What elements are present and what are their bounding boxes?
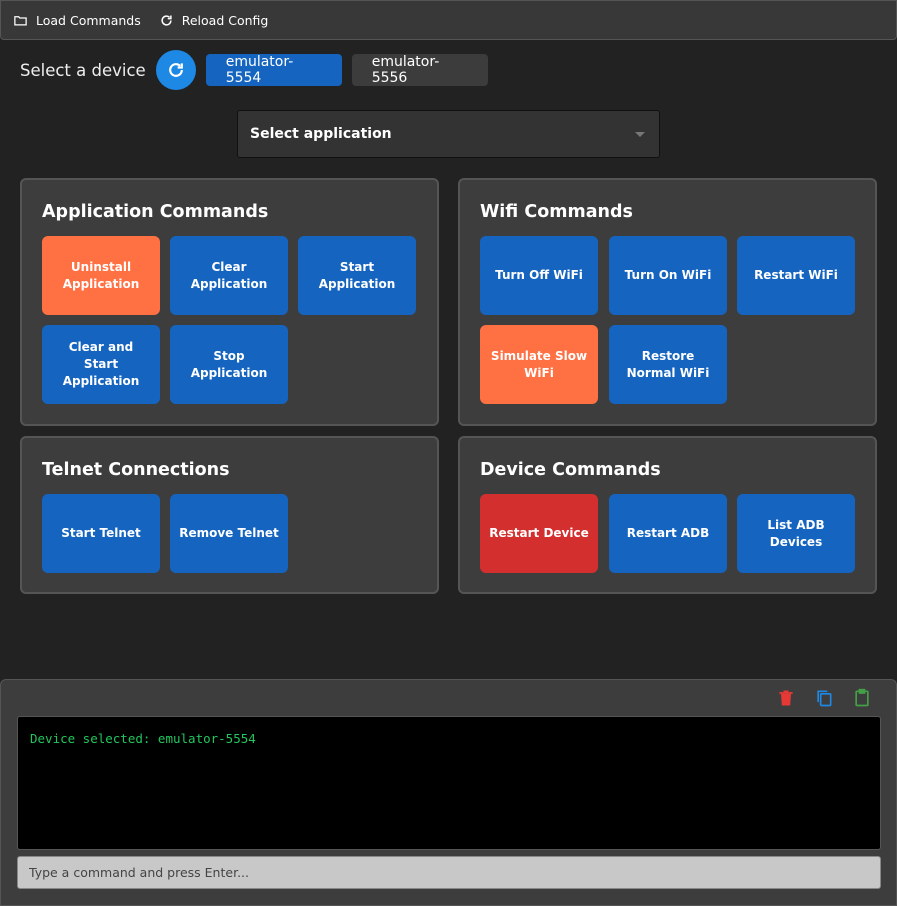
stop-application-button[interactable]: Stop Application bbox=[170, 325, 288, 404]
uninstall-application-button[interactable]: Uninstall Application bbox=[42, 236, 160, 315]
application-select[interactable]: Select application bbox=[237, 110, 660, 158]
console-line: Device selected: emulator-5554 bbox=[30, 731, 256, 746]
load-commands-button[interactable]: Load Commands bbox=[13, 13, 141, 28]
remove-telnet-button[interactable]: Remove Telnet bbox=[170, 494, 288, 573]
panel-title: Application Commands bbox=[42, 202, 269, 222]
restart-device-button[interactable]: Restart Device bbox=[480, 494, 598, 573]
restart-wifi-button[interactable]: Restart WiFi bbox=[737, 236, 855, 315]
turn-on-wifi-button[interactable]: Turn On WiFi bbox=[609, 236, 727, 315]
console-output: Device selected: emulator-5554 bbox=[17, 716, 881, 850]
top-toolbar: Load Commands Reload Config bbox=[0, 0, 897, 40]
trash-icon[interactable] bbox=[776, 688, 796, 708]
console-actions bbox=[776, 688, 872, 708]
clear-and-start-application-button[interactable]: Clear and Start Application bbox=[42, 325, 160, 404]
start-application-button[interactable]: Start Application bbox=[298, 236, 416, 315]
clipboard-icon[interactable] bbox=[852, 688, 872, 708]
refresh-icon bbox=[168, 63, 183, 77]
reload-config-button[interactable]: Reload Config bbox=[159, 12, 269, 28]
panel-title: Telnet Connections bbox=[42, 460, 230, 480]
application-commands-panel: Application Commands Uninstall Applicati… bbox=[20, 178, 439, 426]
restart-adb-button[interactable]: Restart ADB bbox=[609, 494, 727, 573]
panel-title: Device Commands bbox=[480, 460, 661, 480]
console-panel: Device selected: emulator-5554 bbox=[0, 679, 897, 906]
device-label: Select a device bbox=[20, 60, 146, 80]
restore-normal-wifi-button[interactable]: Restore Normal WiFi bbox=[609, 325, 727, 404]
device-commands-panel: Device Commands Restart Device Restart A… bbox=[458, 436, 877, 594]
load-commands-label: Load Commands bbox=[36, 12, 141, 28]
reload-config-label: Reload Config bbox=[181, 12, 269, 28]
device-selector: Select a device emulator-5554 emulator-5… bbox=[20, 50, 498, 90]
copy-icon[interactable] bbox=[814, 688, 834, 708]
refresh-devices-button[interactable] bbox=[155, 50, 196, 90]
telnet-connections-panel: Telnet Connections Start Telnet Remove T… bbox=[20, 436, 439, 594]
start-telnet-button[interactable]: Start Telnet bbox=[42, 494, 160, 573]
refresh-icon bbox=[161, 14, 172, 26]
command-input[interactable] bbox=[17, 856, 881, 889]
simulate-slow-wifi-button[interactable]: Simulate Slow WiFi bbox=[480, 325, 598, 404]
chevron-down-icon bbox=[635, 131, 645, 137]
panel-title: Wifi Commands bbox=[480, 202, 633, 222]
list-adb-devices-button[interactable]: List ADB Devices bbox=[737, 494, 855, 573]
folder-icon bbox=[14, 15, 27, 25]
clear-application-button[interactable]: Clear Application bbox=[170, 236, 288, 315]
turn-off-wifi-button[interactable]: Turn Off WiFi bbox=[480, 236, 598, 315]
application-select-value: Select application bbox=[250, 126, 392, 142]
device-button-emulator-5554[interactable]: emulator-5554 bbox=[205, 54, 342, 86]
device-button-emulator-5556[interactable]: emulator-5556 bbox=[351, 54, 488, 86]
wifi-commands-panel: Wifi Commands Turn Off WiFi Turn On WiFi… bbox=[458, 178, 877, 426]
